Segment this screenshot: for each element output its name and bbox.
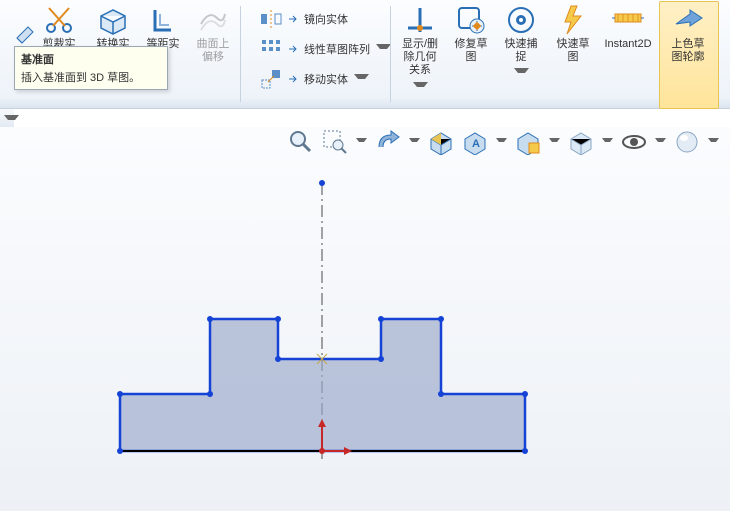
move-icon [260,68,282,90]
display-relations-button[interactable]: 显示/删 除几何 关系 [398,4,442,92]
quick-snap-button[interactable]: 快速捕 捉 [500,4,542,78]
qsnap-l1: 快速捕 [500,38,542,51]
display-l2: 除几何 [398,51,442,64]
shade-sketch-button[interactable]: 上色草 图轮廓 [662,4,714,64]
tooltip: 基准面 插入基准面到 3D 草图。 [14,46,168,90]
sketch-canvas[interactable] [0,127,730,511]
repair-icon [455,4,487,36]
chevron-down-icon [354,74,369,84]
linear-label: 线性草图阵列 [304,41,370,57]
chevron-down-icon [413,82,428,92]
qsketch-l1: 快速草 [552,38,594,51]
linear-pattern-button[interactable]: 线性草图阵列 [260,34,391,64]
instant-label: Instant2D [602,38,654,51]
chevron-down-icon [376,44,391,54]
qsketch-l2: 图 [552,51,594,64]
tab-strip[interactable] [0,109,14,128]
arrow-right-icon [288,38,298,60]
repair-l2: 图 [450,51,492,64]
shade-icon [672,4,704,36]
rapid-sketch-button[interactable]: 快速草 图 [552,4,594,64]
mirror-entities-button[interactable]: 镜向实体 [260,4,391,34]
chevron-down-icon [4,115,19,125]
surface-offset-button: 曲面上 偏移 [192,4,234,64]
cube-icon [97,4,129,36]
linear-pattern-icon [260,38,282,60]
surface-label-2: 偏移 [192,51,234,64]
scissors-icon [43,4,75,36]
tooltip-title: 基准面 [21,51,161,67]
instant2d-icon [612,4,644,36]
shade-l1: 上色草 [662,38,714,51]
surface-label-1: 曲面上 [192,38,234,51]
mirror-label: 镜向实体 [304,11,348,27]
sketch-point[interactable] [319,180,325,186]
tooltip-body: 插入基准面到 3D 草图。 [21,69,161,85]
move-label: 移动实体 [304,71,348,87]
ribbon-toolbar: 剪裁实 转换实 等距实 体 曲面上 偏移 镜向实体 线性草 [0,0,730,109]
arrow-right-icon [288,68,298,90]
pattern-menu-group: 镜向实体 线性草图阵列 移动实体 [260,4,391,104]
repair-sketch-button[interactable]: 修复草 图 [450,4,492,64]
mirror-icon [260,8,282,30]
display-icon [404,4,436,36]
display-l3: 关系 [398,64,442,77]
repair-l1: 修复草 [450,38,492,51]
chevron-down-icon [514,68,529,78]
separator [240,6,241,102]
quick-sketch-icon [557,4,589,36]
shade-l2: 图轮廓 [662,51,714,64]
offset-icon [147,4,179,36]
instant2d-button[interactable]: Instant2D [602,4,654,51]
separator [390,6,391,102]
surface-icon [197,4,229,36]
display-l1: 显示/删 [398,38,442,51]
arrow-right-icon [288,8,298,30]
graphics-area[interactable]: A [0,127,730,511]
qsnap-l2: 捉 [500,51,542,64]
snap-icon [505,4,537,36]
move-entities-button[interactable]: 移动实体 [260,64,391,94]
plane-icon[interactable] [14,24,36,46]
